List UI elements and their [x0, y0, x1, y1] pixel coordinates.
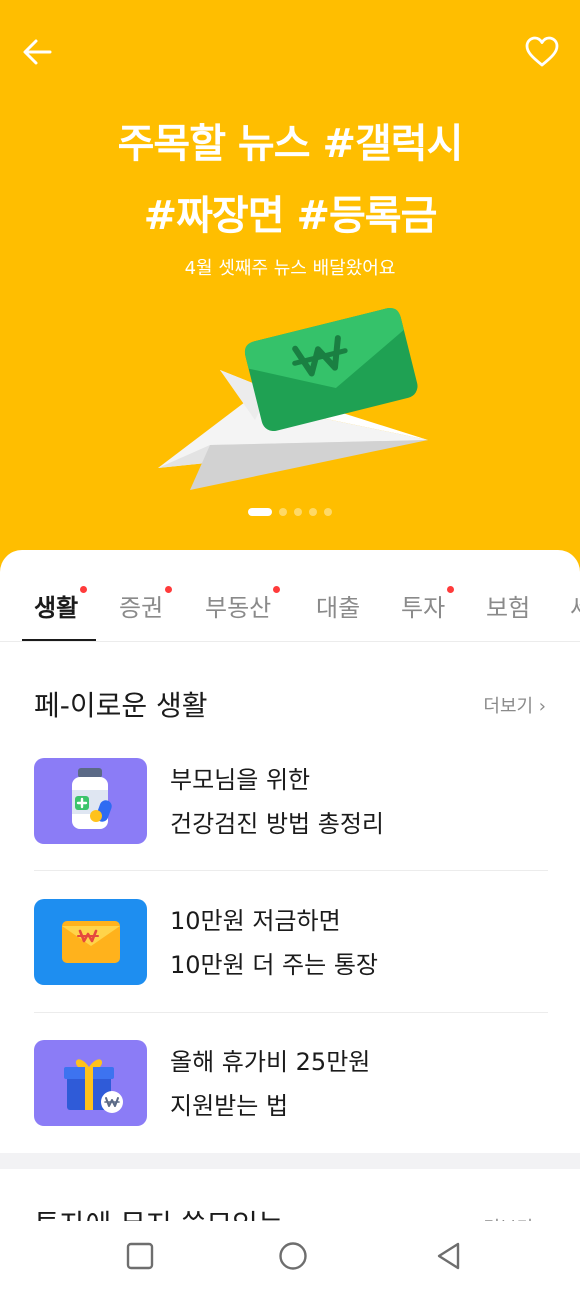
section-separator [0, 1153, 580, 1169]
new-badge-dot [165, 586, 173, 593]
article-title-line1: 10만원 저금하면 [170, 907, 341, 935]
envelope-won-icon [62, 921, 120, 963]
tab-stocks[interactable]: 증권 [119, 586, 173, 623]
pager-dot [309, 508, 317, 516]
article-title-line2: 10만원 더 주는 통장 [170, 951, 378, 979]
section-title: 페-이로운 생활 [34, 689, 208, 722]
article-title-line2: 지원받는 법 [170, 1092, 289, 1120]
paper-plane-envelope-illustration [150, 290, 440, 500]
new-badge-dot [447, 586, 455, 593]
divider [34, 870, 548, 871]
pager-dot [294, 508, 302, 516]
hero-pager-dots [0, 508, 580, 516]
tab-label: 보험 [486, 594, 531, 622]
article-thumbnail [34, 899, 147, 985]
section-header: 페-이로운 생활 더보기 › [34, 684, 546, 724]
system-navigation-bar [0, 1221, 580, 1291]
tab-tax[interactable]: 세 [570, 588, 580, 623]
new-badge-dot [80, 586, 88, 593]
article-item[interactable]: 올해 휴가비 25만원 지원받는 법 [34, 1040, 548, 1130]
hero-title-line1: 주목할 뉴스 #갤럭시 [117, 121, 464, 167]
tab-insurance[interactable]: 보험 [486, 588, 530, 623]
tab-label: 부동산 [205, 594, 272, 622]
hero-title: 주목할 뉴스 #갤럭시 #짜장면 #등록금 [0, 108, 580, 252]
hero-title-line2: #짜장면 #등록금 [143, 193, 438, 239]
more-link[interactable]: 더보기 › [483, 692, 546, 718]
tab-label: 대출 [316, 594, 361, 622]
hero-banner[interactable]: 주목할 뉴스 #갤럭시 #짜장면 #등록금 4월 셋째주 뉴스 배달왔어요 [0, 0, 580, 600]
article-thumbnail [34, 1040, 147, 1126]
tab-loans[interactable]: 대출 [316, 588, 360, 623]
article-title: 올해 휴가비 25만원 지원받는 법 [170, 1040, 370, 1128]
tab-real-estate[interactable]: 부동산 [205, 586, 281, 623]
triangle-back-icon[interactable] [432, 1239, 466, 1273]
tab-label: 생활 [34, 594, 79, 622]
article-item[interactable]: 부모님을 위한 건강검진 방법 총정리 [34, 758, 548, 848]
heart-outline-icon[interactable] [522, 32, 562, 72]
article-title: 10만원 저금하면 10만원 더 주는 통장 [170, 899, 378, 987]
circle-home-icon[interactable] [276, 1239, 310, 1273]
new-badge-dot [273, 586, 281, 593]
tab-label: 증권 [119, 594, 164, 622]
article-title-line2: 건강검진 방법 총정리 [170, 810, 384, 838]
medicine-bottle-icon [72, 768, 112, 829]
tab-life[interactable]: 생활 [34, 586, 88, 623]
content-sheet: 생활 증권 부동산 대출 투자 보험 세 페-이로운 생활 더보기 › [0, 550, 580, 1291]
divider [34, 1012, 548, 1013]
tab-investment[interactable]: 투자 [401, 586, 455, 623]
pager-dot [324, 508, 332, 516]
arrow-left-icon[interactable] [18, 32, 58, 72]
article-item[interactable]: 10만원 저금하면 10만원 더 주는 통장 [34, 899, 548, 989]
article-title: 부모님을 위한 건강검진 방법 총정리 [170, 758, 384, 846]
hero-subtitle: 4월 셋째주 뉴스 배달왔어요 [184, 258, 396, 279]
article-title-line1: 부모님을 위한 [170, 766, 311, 794]
article-thumbnail [34, 758, 147, 844]
article-title-line1: 올해 휴가비 25만원 [170, 1048, 371, 1076]
tab-label: 세 [570, 594, 580, 622]
gift-box-icon [64, 1059, 123, 1113]
pager-dot-active [248, 508, 272, 516]
pager-dot [279, 508, 287, 516]
square-recents-icon[interactable] [123, 1239, 157, 1273]
active-tab-indicator [22, 639, 96, 641]
tab-label: 투자 [401, 594, 446, 622]
category-tabs: 생활 증권 부동산 대출 투자 보험 세 [0, 580, 580, 642]
